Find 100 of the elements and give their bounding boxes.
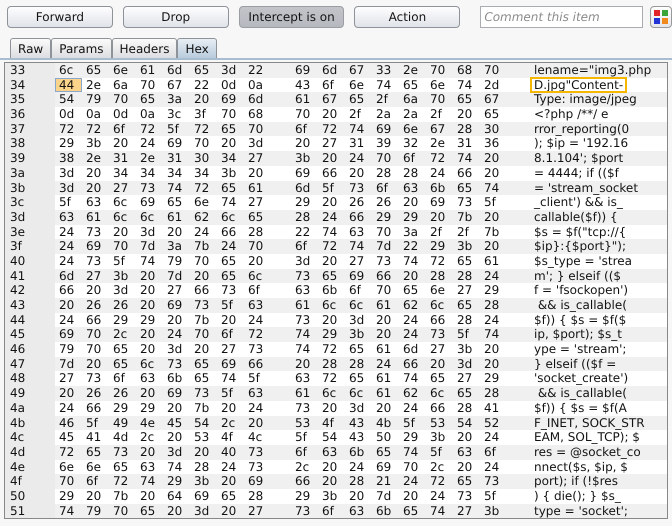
- hex-cell[interactable]: 0d: [217, 78, 244, 92]
- hex-cell[interactable]: 43: [291, 78, 318, 92]
- hex-cell[interactable]: 6b: [426, 180, 453, 196]
- hex-cell[interactable]: 79: [163, 254, 190, 269]
- hex-cell[interactable]: 65: [453, 254, 480, 269]
- hex-cell[interactable]: 29: [136, 400, 163, 416]
- hex-cell[interactable]: 72: [318, 122, 345, 136]
- hex-cell[interactable]: 4d: [109, 430, 136, 445]
- hex-cell[interactable]: 72: [55, 444, 82, 460]
- hex-cell[interactable]: 6e: [55, 460, 82, 474]
- hex-cell[interactable]: 2f: [453, 224, 480, 240]
- hex-cell[interactable]: 2c: [109, 327, 136, 342]
- hex-cell[interactable]: 70: [291, 107, 318, 122]
- hex-cell[interactable]: 65: [217, 488, 244, 504]
- hex-cell[interactable]: 69: [163, 386, 190, 401]
- hex-cell[interactable]: 65: [453, 298, 480, 313]
- hex-cell[interactable]: 27: [217, 342, 244, 357]
- hex-cell[interactable]: 31: [163, 151, 190, 166]
- hex-cell[interactable]: 74: [163, 180, 190, 196]
- hex-cell[interactable]: 22: [190, 78, 217, 92]
- hex-cell[interactable]: 20: [318, 312, 345, 328]
- hex-cell[interactable]: 69: [291, 166, 318, 180]
- hex-cell[interactable]: 20: [453, 430, 480, 445]
- hex-cell[interactable]: 20: [399, 268, 426, 284]
- hex-cell[interactable]: 2c: [426, 460, 453, 474]
- hex-cell[interactable]: 4f: [318, 416, 345, 430]
- hex-cell[interactable]: 32: [399, 136, 426, 152]
- hex-cell[interactable]: 20: [190, 444, 217, 460]
- hex-cell[interactable]: 29: [399, 210, 426, 225]
- hex-cell[interactable]: 73: [244, 460, 271, 474]
- hex-cell[interactable]: 66: [318, 166, 345, 180]
- hex-cell[interactable]: 34: [136, 166, 163, 180]
- hex-cell[interactable]: 7b: [190, 400, 217, 416]
- hex-cell[interactable]: 24: [217, 460, 244, 474]
- hex-cell[interactable]: 65: [480, 107, 507, 122]
- hex-cell[interactable]: 0a: [136, 107, 163, 122]
- hex-cell[interactable]: 31: [109, 151, 136, 166]
- hex-cell[interactable]: 20: [426, 356, 453, 372]
- hex-cell[interactable]: 61: [372, 371, 399, 386]
- hex-cell[interactable]: 46: [55, 416, 82, 430]
- hex-cell[interactable]: 5f: [82, 416, 109, 430]
- hex-cell[interactable]: 6e: [426, 283, 453, 298]
- hex-cell[interactable]: 27: [453, 504, 480, 518]
- hex-cell[interactable]: 54: [55, 92, 82, 108]
- hex-cell[interactable]: 4e: [136, 416, 163, 430]
- hex-cell[interactable]: 6c: [426, 386, 453, 401]
- hex-cell[interactable]: 20: [55, 298, 82, 313]
- hex-cell[interactable]: 70: [426, 92, 453, 108]
- hex-cell[interactable]: 66: [217, 224, 244, 240]
- hex-cell[interactable]: 65: [136, 92, 163, 108]
- hex-cell[interactable]: 29: [372, 210, 399, 225]
- hex-cell[interactable]: 2e: [399, 63, 426, 78]
- hex-cell[interactable]: 74: [163, 460, 190, 474]
- hex-cell[interactable]: 24: [136, 136, 163, 152]
- hex-cell[interactable]: 61: [372, 298, 399, 313]
- hex-cell[interactable]: 61: [244, 180, 271, 196]
- hex-cell[interactable]: 24: [480, 268, 507, 284]
- toolbar-button[interactable]: Drop: [122, 6, 229, 28]
- hex-cell[interactable]: 6c: [318, 386, 345, 401]
- hex-cell[interactable]: 6e: [82, 460, 109, 474]
- hex-cell[interactable]: 3b: [453, 239, 480, 254]
- hex-cell[interactable]: 72: [82, 122, 109, 136]
- hex-cell[interactable]: 65: [372, 444, 399, 460]
- hex-cell[interactable]: 24: [217, 239, 244, 254]
- hex-cell[interactable]: 66: [82, 400, 109, 416]
- hex-cell[interactable]: 27: [345, 254, 372, 269]
- hex-cell[interactable]: 31: [345, 136, 372, 152]
- hex-cell[interactable]: 6f: [109, 122, 136, 136]
- hex-cell[interactable]: 5f: [426, 444, 453, 460]
- hex-cell[interactable]: 69: [163, 298, 190, 313]
- hex-cell[interactable]: 28: [318, 356, 345, 372]
- hex-cell[interactable]: 6f: [291, 239, 318, 254]
- hex-cell[interactable]: 20: [163, 430, 190, 445]
- hex-cell[interactable]: 27: [453, 371, 480, 386]
- hex-cell[interactable]: 33: [372, 63, 399, 78]
- hex-cell[interactable]: 63: [345, 504, 372, 518]
- hex-cell[interactable]: 63: [291, 283, 318, 298]
- hex-cell[interactable]: 20: [480, 356, 507, 372]
- hex-cell[interactable]: 27: [244, 504, 271, 518]
- hex-cell[interactable]: 3f: [190, 107, 217, 122]
- hex-cell[interactable]: 30: [480, 122, 507, 136]
- hex-cell[interactable]: 70: [109, 92, 136, 108]
- hex-cell[interactable]: 72: [426, 474, 453, 489]
- hex-cell[interactable]: 73: [291, 312, 318, 328]
- hex-cell[interactable]: 74: [453, 151, 480, 166]
- hex-cell[interactable]: 2e: [136, 151, 163, 166]
- hex-cell[interactable]: 61: [291, 92, 318, 108]
- hex-cell[interactable]: 74: [399, 444, 426, 460]
- hex-cell[interactable]: 70: [190, 327, 217, 342]
- hex-cell[interactable]: 3d: [345, 312, 372, 328]
- hex-cell[interactable]: 70: [109, 504, 136, 518]
- tab[interactable]: Hex: [177, 38, 217, 58]
- hex-cell[interactable]: 5f: [55, 195, 82, 210]
- hex-cell[interactable]: 34: [163, 166, 190, 180]
- hex-cell[interactable]: 6b: [318, 283, 345, 298]
- hex-cell[interactable]: 20: [136, 342, 163, 357]
- hex-cell[interactable]: 65: [109, 342, 136, 357]
- hex-cell[interactable]: 22: [244, 63, 271, 78]
- hex-cell[interactable]: 24: [426, 488, 453, 504]
- hex-cell[interactable]: 24: [244, 312, 271, 328]
